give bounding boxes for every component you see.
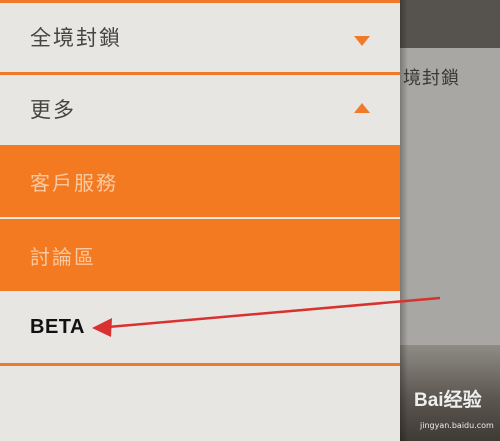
menu-item-label: 全境封鎖 <box>30 25 122 50</box>
background-header <box>400 0 500 48</box>
watermark: Bai经验 jingyan.baidu.com <box>412 385 500 441</box>
navigation-drawer: 全境封鎖 更多 客戶服務 討論區 BETA <box>0 0 400 441</box>
submenu-item-forum[interactable]: 討論區 <box>0 219 400 291</box>
submenu-item-customer-service[interactable]: 客戶服務 <box>0 145 400 217</box>
submenu-item-label: 討論區 <box>30 244 96 269</box>
divider <box>0 363 400 366</box>
menu-item-more[interactable]: 更多 <box>0 75 400 143</box>
beta-label: BETA <box>30 315 85 338</box>
submenu-item-label: 客戶服務 <box>30 170 118 195</box>
menu-item-label: 更多 <box>30 98 76 122</box>
chevron-up-icon[interactable] <box>354 103 370 113</box>
background-title: 境封鎖 <box>403 68 460 89</box>
watermark-url: jingyan.baidu.com <box>420 421 494 430</box>
chevron-down-icon[interactable] <box>354 36 370 46</box>
watermark-logo: Bai经验 <box>414 390 482 411</box>
menu-item-beta[interactable]: BETA <box>0 293 400 361</box>
menu-item-division-lockdown[interactable]: 全境封鎖 <box>0 3 400 70</box>
